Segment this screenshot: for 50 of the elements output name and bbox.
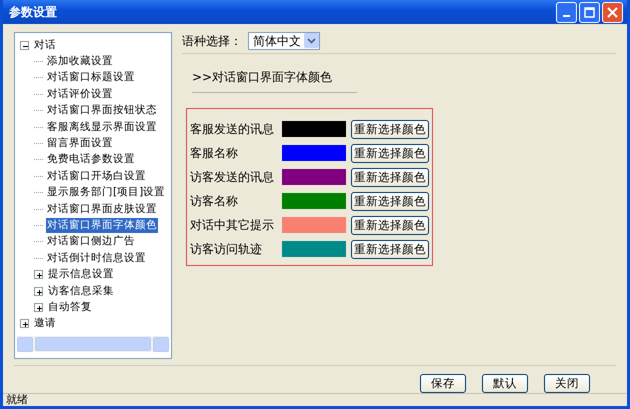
horizontal-scrollbar[interactable] bbox=[17, 336, 169, 352]
dialog-button[interactable]: 关闭 bbox=[544, 374, 590, 393]
choose-color-button[interactable]: 重新选择颜色 bbox=[351, 240, 429, 258]
dialog-button[interactable]: 保存 bbox=[420, 374, 466, 393]
minimize-button[interactable] bbox=[556, 2, 577, 22]
maximize-icon bbox=[584, 6, 595, 18]
tree-item[interactable]: 对话窗口界面皮肤设置 bbox=[46, 202, 158, 217]
color-label: 访客发送的讯息 bbox=[190, 169, 275, 186]
maximize-button[interactable] bbox=[579, 2, 600, 22]
close-button[interactable] bbox=[602, 2, 623, 22]
expand-icon[interactable] bbox=[20, 319, 29, 328]
tree-item[interactable]: 提示信息设置 bbox=[47, 267, 115, 282]
tree-item[interactable]: 访客信息采集 bbox=[47, 284, 115, 299]
tree-item[interactable]: 对话倒计时信息设置 bbox=[46, 250, 147, 266]
tree-item[interactable]: 留言界面设置 bbox=[46, 136, 114, 152]
status-bar: 就绪 bbox=[3, 393, 627, 406]
color-label: 对话中其它提示 bbox=[190, 217, 275, 234]
color-label: 客服发送的讯息 bbox=[190, 121, 275, 138]
tree-item[interactable]: 对话窗口标题设置 bbox=[46, 70, 136, 86]
tree-item[interactable]: 添加收藏设置 bbox=[46, 54, 114, 70]
tree-item[interactable]: 对话 bbox=[33, 38, 57, 53]
color-label: 访客名称 bbox=[190, 193, 239, 210]
tree-item[interactable]: 显示服务部门[项目]设置 bbox=[46, 185, 166, 200]
tree-item[interactable]: 客服离线显示界面设置 bbox=[46, 120, 158, 135]
tree-item[interactable]: 对话窗口侧边广告 bbox=[46, 234, 136, 250]
choose-color-button[interactable]: 重新选择颜色 bbox=[351, 216, 429, 234]
window-title: 参数设置 bbox=[9, 4, 58, 21]
section-title: >>对话窗口界面字体颜色 bbox=[192, 68, 357, 93]
expand-icon[interactable] bbox=[34, 286, 43, 296]
choose-color-button[interactable]: 重新选择颜色 bbox=[351, 120, 429, 138]
tree-item[interactable]: 免费电话参数设置 bbox=[46, 152, 136, 168]
choose-color-button[interactable]: 重新选择颜色 bbox=[351, 168, 429, 186]
tree-item[interactable]: 对话窗口开场白设置 bbox=[46, 168, 147, 184]
language-label: 语种选择： bbox=[182, 32, 242, 50]
choose-color-button[interactable]: 重新选择颜色 bbox=[351, 144, 429, 162]
tree-item[interactable]: 邀请 bbox=[33, 316, 57, 332]
expand-icon[interactable] bbox=[34, 302, 43, 312]
choose-color-button[interactable]: 重新选择颜色 bbox=[351, 192, 429, 210]
minimize-icon bbox=[563, 15, 570, 17]
expand-icon[interactable] bbox=[34, 270, 43, 280]
color-label: 访客访问轨迹 bbox=[190, 241, 263, 258]
tree-item[interactable]: 对话窗口界面按钮状态 bbox=[46, 103, 158, 118]
dialog-button[interactable]: 默认 bbox=[482, 374, 528, 393]
color-label: 客服名称 bbox=[190, 145, 239, 162]
close-icon bbox=[607, 6, 618, 18]
tree-item[interactable]: 对话窗口界面字体颜色 bbox=[46, 218, 158, 233]
tree-item[interactable]: 对话评价设置 bbox=[46, 86, 114, 102]
tree-item[interactable]: 自动答复 bbox=[47, 300, 93, 315]
language-dropdown[interactable]: 简体中文 bbox=[248, 32, 320, 50]
collapse-icon[interactable] bbox=[20, 40, 29, 50]
